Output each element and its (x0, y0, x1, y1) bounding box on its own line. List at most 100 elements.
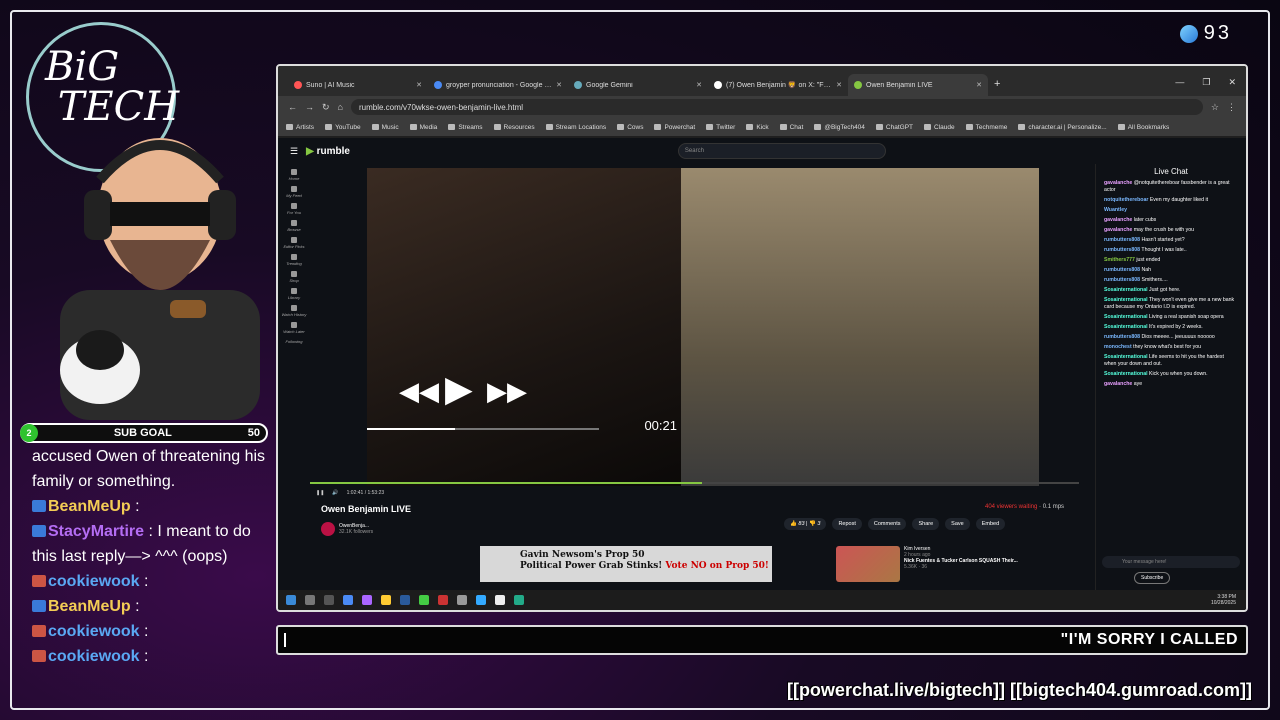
close-icon[interactable]: ✕ (836, 81, 842, 89)
menu-icon[interactable]: ⋮ (1227, 102, 1236, 113)
tab-rumble[interactable]: Owen Benjamin LIVE ✕ (848, 74, 988, 96)
hamburger-icon[interactable]: ☰ (290, 146, 298, 157)
rewind-icon[interactable]: ◀◀ (399, 376, 439, 407)
tab-x[interactable]: (7) Owen Benjamin 🦁 on X: "Fuente ✕ (708, 74, 848, 96)
chat-username[interactable]: gavalanche (1104, 227, 1132, 233)
telegram-icon[interactable] (476, 595, 486, 605)
tab-suno[interactable]: Suno | AI Music ✕ (288, 74, 428, 96)
nav-item[interactable]: My Feed (278, 186, 310, 198)
repost-button[interactable]: Repost (832, 518, 862, 530)
url-field[interactable]: rumble.com/v70wkse-owen-benjamin-live.ht… (350, 99, 1203, 115)
like-button[interactable]: 👍 83 | 👎 3 (784, 518, 827, 530)
x-icon[interactable] (495, 595, 505, 605)
video-progress[interactable] (310, 482, 1079, 484)
close-icon[interactable]: ✕ (696, 81, 702, 89)
nav-item[interactable]: Following (278, 339, 310, 344)
bookmark-item[interactable]: Chat (780, 124, 804, 131)
bookmark-item[interactable]: Media (410, 124, 438, 131)
chat-username[interactable]: monochest (1104, 344, 1132, 350)
rumble-logo[interactable]: ▶ rumble (306, 146, 350, 157)
chat-username[interactable]: Sosainternational (1104, 287, 1148, 293)
nav-item[interactable]: Shop (278, 271, 310, 283)
close-icon[interactable]: ✕ (976, 81, 982, 89)
nav-item[interactable]: Library (278, 288, 310, 300)
app-icon[interactable] (438, 595, 448, 605)
back-icon[interactable]: ← (288, 102, 297, 112)
app-icon[interactable] (514, 595, 524, 605)
comments-button[interactable]: Comments (867, 518, 907, 530)
bookmark-item[interactable]: Streams (448, 124, 482, 131)
volume-icon[interactable]: 🔊 (332, 490, 338, 496)
bookmark-item[interactable]: ChatGPT (876, 124, 913, 131)
new-tab-button[interactable]: + (988, 78, 1006, 96)
nav-item[interactable]: For You (278, 203, 310, 215)
window-close-icon[interactable]: ✕ (1228, 77, 1236, 88)
video-player[interactable]: ◀◀ ▶ ▶▶ 00:21 (367, 168, 1039, 486)
bookmark-item[interactable]: character.ai | Personalize... (1018, 124, 1106, 131)
reload-icon[interactable]: ↻ (322, 102, 330, 113)
ad-banner[interactable]: Gavin Newsom's Prop 50 Political Power G… (480, 546, 772, 582)
tab-google-search[interactable]: groyper pronunciation - Google Sear ✕ (428, 74, 568, 96)
nav-item[interactable]: Browse (278, 220, 310, 232)
chat-username[interactable]: rumbutters808 (1104, 267, 1140, 273)
chat-username[interactable]: gavalanche (1104, 180, 1132, 186)
save-button[interactable]: Save (945, 518, 970, 530)
chat-username[interactable]: notquitethereboar (1104, 197, 1148, 203)
folder-icon[interactable] (381, 595, 391, 605)
fast-forward-icon[interactable]: ▶▶ (487, 376, 527, 407)
chat-username[interactable]: rumbutters808 (1104, 247, 1140, 253)
nav-item[interactable]: Trending (278, 254, 310, 266)
bookmark-item[interactable]: Stream Locations (546, 124, 607, 131)
chat-username[interactable]: rumbutters808 (1104, 277, 1140, 283)
chat-username[interactable]: rumbutters808 (1104, 334, 1140, 340)
home-icon[interactable]: ⌂ (338, 102, 343, 112)
bookmark-item[interactable]: Music (372, 124, 399, 131)
bookmark-item[interactable]: Resources (494, 124, 535, 131)
nav-item[interactable]: Watch History (278, 305, 310, 317)
channel-avatar[interactable] (321, 522, 335, 536)
chat-username[interactable]: gavalanche (1104, 381, 1132, 387)
play-icon[interactable]: ▶ (445, 368, 473, 410)
recommended-video[interactable]: Kim Iversen 2 hours ago Nick Fuentes & T… (836, 546, 1018, 582)
share-button[interactable]: Share (912, 518, 940, 530)
chat-username[interactable]: Wuantley (1104, 207, 1127, 213)
subscribe-button[interactable]: Subscribe (1134, 572, 1171, 584)
pause-icon[interactable]: ❚❚ (316, 490, 324, 496)
bookmark-item[interactable]: Powerchat (654, 124, 695, 131)
star-icon[interactable]: ☆ (1211, 102, 1219, 113)
steam-icon[interactable] (400, 595, 410, 605)
chat-username[interactable]: Sosainternational (1104, 371, 1148, 377)
bookmark-item[interactable]: YouTube (325, 124, 361, 131)
bookmark-item[interactable]: Techmeme (966, 124, 1008, 131)
chat-username[interactable]: Sosainternational (1104, 297, 1148, 303)
app-icon[interactable] (457, 595, 467, 605)
minimize-icon[interactable]: — (1175, 77, 1184, 88)
chat-username[interactable]: Smithers777 (1104, 257, 1135, 263)
bookmark-item[interactable]: Claude (924, 124, 955, 131)
search-input[interactable]: Search (677, 143, 886, 159)
search-icon[interactable] (305, 595, 315, 605)
task-view-icon[interactable] (324, 595, 334, 605)
chrome-icon[interactable] (419, 595, 429, 605)
close-icon[interactable]: ✕ (556, 81, 562, 89)
tab-gemini[interactable]: Google Gemini ✕ (568, 74, 708, 96)
chat-username[interactable]: gavalanche (1104, 217, 1132, 223)
forward-icon[interactable]: → (305, 102, 314, 112)
embed-button[interactable]: Embed (975, 518, 1006, 530)
bookmark-item[interactable]: @BigTech404 (814, 124, 865, 131)
bookmark-item[interactable]: Artists (286, 124, 314, 131)
close-icon[interactable]: ✕ (416, 81, 422, 89)
chat-username[interactable]: Sosainternational (1104, 354, 1148, 360)
nav-item[interactable]: Editor Picks (278, 237, 310, 249)
all-bookmarks[interactable]: All Bookmarks (1118, 124, 1170, 131)
app-icon[interactable] (343, 595, 353, 605)
nav-item[interactable]: Home (278, 169, 310, 181)
app-icon[interactable] (362, 595, 372, 605)
chat-username[interactable]: Sosainternational (1104, 324, 1148, 330)
chat-input[interactable]: Your message here! (1102, 556, 1240, 568)
embedded-progress[interactable] (367, 428, 599, 430)
start-icon[interactable] (286, 595, 296, 605)
chat-username[interactable]: rumbutters808 (1104, 237, 1140, 243)
maximize-icon[interactable]: ❐ (1202, 77, 1210, 88)
bookmark-item[interactable]: Kick (746, 124, 768, 131)
